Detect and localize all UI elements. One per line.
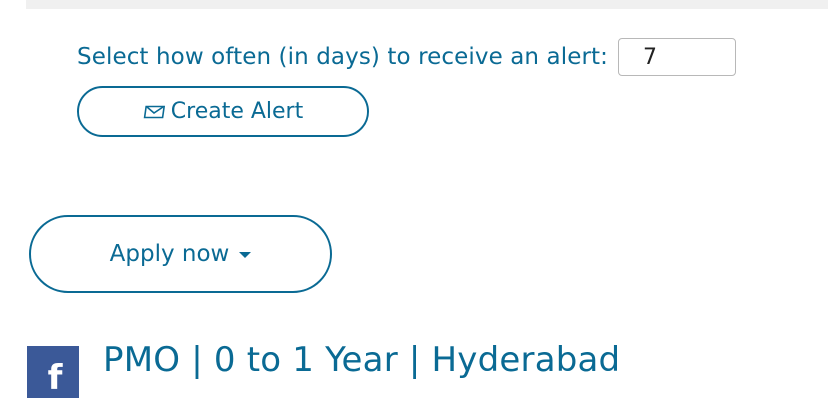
create-alert-label: Create Alert: [170, 99, 304, 124]
alert-days-input[interactable]: [617, 38, 736, 76]
alert-frequency-row: Select how often (in days) to receive an…: [77, 38, 736, 76]
caret-down-icon: [239, 252, 252, 258]
create-alert-button[interactable]: Create Alert: [77, 86, 369, 137]
job-title: PMO | 0 to 1 Year | Hyderabad: [103, 340, 621, 380]
apply-now-button[interactable]: Apply now: [29, 215, 332, 293]
envelope-icon: [143, 105, 165, 118]
facebook-glyph: f: [47, 358, 63, 398]
apply-now-label: Apply now: [109, 241, 230, 267]
alert-frequency-label: Select how often (in days) to receive an…: [77, 44, 608, 70]
top-divider-band: [26, 0, 828, 9]
facebook-share-icon[interactable]: f: [27, 346, 79, 398]
